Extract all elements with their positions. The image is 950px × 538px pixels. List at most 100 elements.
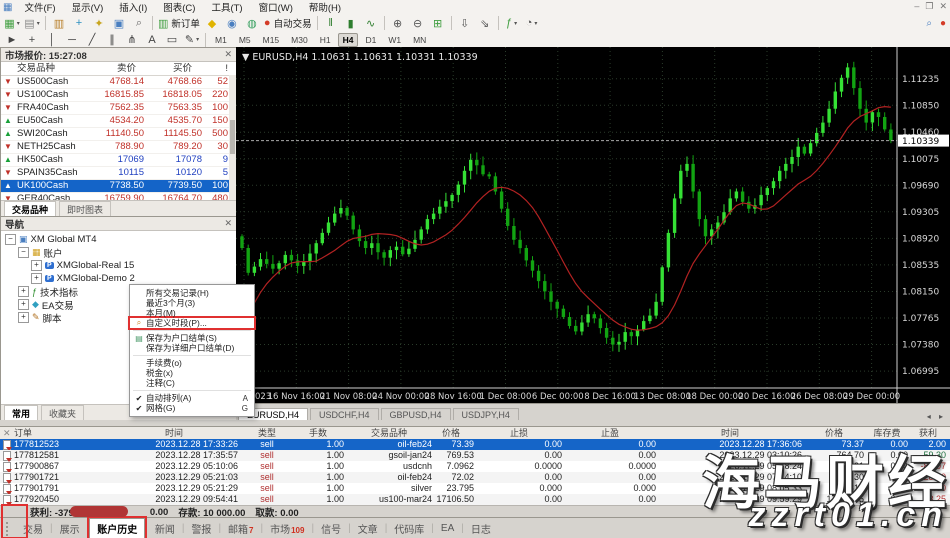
timeframe-H1[interactable]: H1 — [315, 33, 336, 47]
strategy-tester-icon[interactable]: ⌕ — [130, 15, 148, 32]
market-watch-col-symbol[interactable]: 交易品种 — [17, 62, 55, 75]
order-row-177901791[interactable]: 1779017912023.12.29 05:21:29sell1.00silv… — [0, 483, 950, 494]
market-row-NETH25Cash[interactable]: ▼NETH25Cash788.90789.2030 — [1, 141, 236, 154]
market-watch-col-spread[interactable]: ! — [225, 62, 228, 75]
web-icon[interactable]: ◍ — [243, 15, 261, 32]
crosshair-tool[interactable]: + — [23, 31, 41, 48]
order-row-177812581[interactable]: 1778125812023.12.28 17:35:57sell1.00gsoi… — [0, 450, 950, 461]
tab-文章[interactable]: 文章 — [351, 519, 385, 538]
tab-EA[interactable]: EA — [434, 521, 461, 536]
timeframe-H4[interactable]: H4 — [338, 33, 359, 47]
menu-item-保存为详细户口结单(D)[interactable]: 保存为详细户口结单(D) — [130, 343, 254, 353]
collapse-icon[interactable]: − — [18, 247, 29, 258]
menu-工具(T)[interactable]: 工具(T) — [203, 3, 250, 14]
notifications-icon[interactable]: ● — [940, 18, 946, 29]
timeframe-W1[interactable]: W1 — [383, 33, 406, 47]
arrange-icon[interactable]: ⇩ — [456, 15, 474, 32]
market-row-HK50Cash[interactable]: ▲HK50Cash17069170789 — [1, 154, 236, 167]
market-row-EU50Cash[interactable]: ▲EU50Cash4534.204535.70150 — [1, 115, 236, 128]
timeframe-MN[interactable]: MN — [408, 33, 431, 47]
chevron-down-icon[interactable]: ▾ — [196, 36, 199, 43]
autotrading-button[interactable]: ●自动交易 — [263, 15, 313, 32]
tab-警报[interactable]: 警报 — [184, 519, 218, 538]
menu-item-注释(C)[interactable]: 注释(C) — [130, 378, 254, 388]
menu-显示(V)[interactable]: 显示(V) — [64, 3, 112, 14]
close-icon[interactable]: ✕ — [224, 49, 232, 60]
tab-即时图表[interactable]: 即时图表 — [59, 201, 111, 217]
candlestick-chart-icon[interactable]: ▮ — [342, 15, 360, 32]
search-icon[interactable]: ⌕ — [926, 18, 932, 29]
vertical-line-tool[interactable]: │ — [43, 31, 61, 48]
tab-交易[interactable]: 交易 — [16, 519, 50, 538]
collapse-icon[interactable]: − — [5, 234, 16, 245]
menu-帮助(H)[interactable]: 帮助(H) — [301, 3, 349, 14]
expand-icon[interactable]: + — [31, 260, 42, 271]
line-chart-icon[interactable]: ∿ — [362, 15, 380, 32]
order-row-177901721[interactable]: 1779017212023.12.29 05:21:03sell1.00oil-… — [0, 472, 950, 483]
close-icon[interactable]: ✕ — [224, 218, 232, 229]
expand-icon[interactable]: + — [18, 286, 29, 297]
window-controls[interactable]: –❐✕ — [914, 1, 947, 12]
mql-icon[interactable]: ◉ — [223, 15, 241, 32]
tab-市场[interactable]: 市场109 — [263, 519, 311, 538]
fibonacci-tool[interactable]: ⋔ — [123, 31, 141, 48]
market-watch-col-bid[interactable]: 卖价 — [117, 62, 136, 75]
new-chart-icon[interactable]: ▦▾ — [3, 15, 21, 32]
expand-icon[interactable]: + — [18, 312, 29, 323]
data-window-icon[interactable]: + — [70, 15, 88, 32]
tab-信号[interactable]: 信号 — [314, 519, 348, 538]
market-row-UK100Cash[interactable]: ▲UK100Cash7738.507739.50100 — [1, 180, 236, 193]
timeframe-M15[interactable]: M15 — [258, 33, 285, 47]
order-row-177900867[interactable]: 1779008672023.12.29 05:10:06sell1.00usdc… — [0, 461, 950, 472]
close-icon[interactable]: ✕ — [939, 1, 947, 12]
label-tool[interactable]: ▭ — [163, 31, 181, 48]
cursor-tool[interactable]: ► — [3, 31, 21, 48]
order-row-177920450[interactable]: 1779204502023.12.29 09:54:41sell1.00us10… — [0, 494, 950, 505]
menu-插入(I)[interactable]: 插入(I) — [111, 3, 155, 14]
chevron-down-icon[interactable]: ▾ — [534, 20, 537, 27]
market-row-FRA40Cash[interactable]: ▼FRA40Cash7562.357563.35100 — [1, 102, 236, 115]
menu-item-自定义时段(P)...[interactable]: ⌕自定义时段(P)... — [130, 318, 254, 328]
order-row-177812523[interactable]: 1778125232023.12.28 17:33:26sell1.00oil-… — [0, 439, 950, 450]
terminal-panel-icon[interactable]: ▣ — [110, 15, 128, 32]
menu-item-网格(G)[interactable]: ✔网格(G)G — [130, 403, 254, 413]
periods-icon[interactable]: ◔▾ — [523, 15, 541, 32]
market-row-GER40Cash[interactable]: ▼GER40Cash16759.9016764.70480 — [1, 193, 236, 200]
menu-文件(F)[interactable]: 文件(F) — [16, 3, 63, 14]
profiles-icon[interactable]: ▤▾ — [23, 15, 41, 32]
tab-展示[interactable]: 展示 — [53, 519, 87, 538]
trendline-tool[interactable]: ╱ — [83, 31, 101, 48]
tab-代码库[interactable]: 代码库 — [387, 519, 431, 538]
expand-icon[interactable]: + — [31, 273, 42, 284]
tab-交易品种[interactable]: 交易品种 — [4, 201, 56, 217]
tab-日志[interactable]: 日志 — [464, 519, 498, 538]
market-watch-icon[interactable]: ▥ — [50, 15, 68, 32]
zoom-out-icon[interactable]: ⊖ — [409, 15, 427, 32]
nav-item-XM Global MT4[interactable]: −▣XM Global MT4 — [1, 233, 236, 246]
chevron-down-icon[interactable]: ▾ — [17, 20, 20, 27]
tab-常用[interactable]: 常用 — [4, 405, 38, 421]
chevron-down-icon[interactable]: ▾ — [37, 20, 40, 27]
market-row-US500Cash[interactable]: ▼US500Cash4768.144768.6652 — [1, 76, 236, 89]
nav-item-账户[interactable]: −▦账户 — [1, 246, 236, 259]
text-tool[interactable]: A — [143, 31, 161, 48]
menu-图表(C)[interactable]: 图表(C) — [155, 3, 203, 14]
tab-收藏夹[interactable]: 收藏夹 — [41, 405, 84, 421]
restore-icon[interactable]: ❐ — [925, 1, 933, 12]
new-order-button[interactable]: ▥新订单 — [157, 15, 201, 32]
tab-邮箱[interactable]: 邮箱7 — [221, 519, 260, 538]
tile-windows-icon[interactable]: ⊞ — [429, 15, 447, 32]
market-row-SWI20Cash[interactable]: ▲SWI20Cash11140.5011145.50500 — [1, 128, 236, 141]
arrows-tool[interactable]: ✎▾ — [183, 31, 201, 48]
horizontal-line-tool[interactable]: ─ — [63, 31, 81, 48]
timeframe-M1[interactable]: M1 — [210, 33, 232, 47]
bar-chart-icon[interactable]: ‖ — [322, 15, 340, 32]
menu-窗口(W)[interactable]: 窗口(W) — [251, 3, 301, 14]
timeframe-M30[interactable]: M30 — [286, 33, 313, 47]
timeframe-M5[interactable]: M5 — [234, 33, 256, 47]
zoom-in-icon[interactable]: ⊕ — [389, 15, 407, 32]
tab-新闻[interactable]: 新闻 — [148, 519, 182, 538]
market-watch-scrollbar[interactable] — [229, 75, 236, 205]
navigator-icon[interactable]: ✦ — [90, 15, 108, 32]
cascade-icon[interactable]: ⇘ — [476, 15, 494, 32]
